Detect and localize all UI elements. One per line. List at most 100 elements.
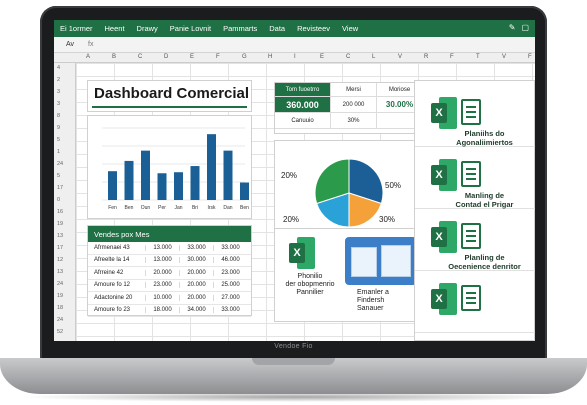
side-item[interactable]: X Planling de Oecenience denritor bbox=[415, 213, 535, 271]
column-header[interactable]: I bbox=[294, 54, 296, 60]
pen-icon[interactable]: ✎ bbox=[509, 23, 516, 32]
kpi-header-month: Mersi bbox=[331, 83, 377, 97]
x-tick-label: Ben bbox=[240, 205, 249, 211]
row-header[interactable]: 13 bbox=[57, 269, 63, 275]
excel-icon: X bbox=[431, 283, 457, 315]
column-header[interactable]: V bbox=[398, 54, 402, 60]
menu-draw[interactable]: Drawy bbox=[137, 24, 158, 33]
cell-reference[interactable]: Av bbox=[66, 41, 74, 48]
x-tick-label: Bri bbox=[192, 205, 198, 211]
kpi-header-total: Tom fuoetrro bbox=[275, 83, 331, 97]
doc-card-line: Pannilier bbox=[296, 289, 324, 296]
table-row: Amoure fo 12 23.000 20.000 25.000 bbox=[88, 280, 251, 292]
table-cell: 34.000 bbox=[179, 307, 213, 314]
column-header[interactable]: V bbox=[502, 54, 506, 60]
row-header[interactable]: 5 bbox=[57, 137, 60, 143]
x-tick-label: Irsk bbox=[207, 205, 216, 211]
bar bbox=[174, 172, 183, 200]
menu-home[interactable]: Heent bbox=[105, 24, 125, 33]
kpi-value-total: 360.000 bbox=[275, 97, 331, 113]
column-header[interactable]: F bbox=[450, 54, 454, 60]
row-header[interactable]: 19 bbox=[57, 293, 63, 299]
row-header[interactable]: 13 bbox=[57, 233, 63, 239]
row-header[interactable]: 12 bbox=[57, 257, 63, 263]
column-header[interactable]: L bbox=[372, 54, 375, 60]
row-header[interactable]: 2 bbox=[57, 77, 60, 83]
bar bbox=[124, 160, 134, 200]
row-header[interactable]: 19 bbox=[57, 221, 63, 227]
dashboard-title-panel: Dashboard Comercial bbox=[87, 80, 252, 112]
row-header[interactable]: 18 bbox=[57, 305, 63, 311]
column-header[interactable]: T bbox=[476, 54, 480, 60]
column-header[interactable]: A bbox=[86, 54, 90, 60]
row-header[interactable]: 1 bbox=[57, 149, 60, 155]
side-panel: X Planiihs do Agonaliimiertos X Manling de… bbox=[414, 80, 535, 341]
row-header[interactable]: 52 bbox=[57, 329, 63, 335]
window-icon[interactable]: ▢ bbox=[521, 23, 529, 32]
pie-label: 20% bbox=[281, 171, 298, 180]
table-cell: 30.000 bbox=[179, 257, 213, 264]
table-cell: Afrreine 42 bbox=[94, 269, 124, 276]
column-header[interactable]: H bbox=[268, 54, 272, 60]
row-header[interactable]: 9 bbox=[57, 125, 60, 131]
table-cell: 23.000 bbox=[145, 282, 179, 289]
menu-formulas[interactable]: Pammarts bbox=[223, 24, 257, 33]
row-header[interactable]: 4 bbox=[57, 65, 60, 71]
row-header[interactable]: 5 bbox=[57, 173, 60, 179]
formula-bar: Av fx bbox=[54, 37, 535, 53]
bar bbox=[240, 182, 249, 200]
row-header[interactable]: 24 bbox=[57, 317, 63, 323]
side-item[interactable]: X Manling de Contad el Prigar bbox=[415, 151, 535, 209]
side-item-label: Manling de Contad el Prigar bbox=[437, 191, 532, 209]
table-row: Afrreine 42 20.000 20.000 23.000 bbox=[88, 267, 251, 280]
sales-table-title: Vendes pox Mes bbox=[88, 226, 251, 242]
column-header[interactable]: E bbox=[320, 54, 324, 60]
column-header[interactable]: D bbox=[164, 54, 168, 60]
pie-label: 50% bbox=[385, 181, 402, 190]
row-header[interactable]: 16 bbox=[57, 209, 63, 215]
row-header[interactable]: 8 bbox=[57, 113, 60, 119]
bar bbox=[190, 166, 200, 200]
column-header[interactable]: C bbox=[138, 54, 142, 60]
table-cell: Amoure fo 23 bbox=[94, 307, 131, 314]
row-header[interactable]: 3 bbox=[57, 101, 60, 107]
kpi-footer-value: 30% bbox=[331, 113, 377, 129]
menu-page-layout[interactable]: Panie Lovnit bbox=[170, 24, 211, 33]
side-item-label: Planling de Oecenience denritor bbox=[437, 253, 532, 271]
document-icon bbox=[461, 161, 481, 187]
menu-review[interactable]: Revisteev bbox=[297, 24, 330, 33]
table-cell: 20.000 bbox=[179, 294, 213, 301]
row-header[interactable]: 17 bbox=[57, 185, 63, 191]
column-header[interactable]: R bbox=[424, 54, 428, 60]
pie-chart-panel: 20% 50% 20% 30% bbox=[274, 140, 422, 240]
table-cell: 13.000 bbox=[145, 244, 179, 251]
menu-view[interactable]: View bbox=[342, 24, 358, 33]
column-header[interactable]: G bbox=[242, 54, 247, 60]
row-header[interactable]: 24 bbox=[57, 161, 63, 167]
column-header[interactable]: C bbox=[346, 54, 350, 60]
row-header[interactable]: 0 bbox=[57, 197, 60, 203]
sales-table-panel: Vendes pox Mes Afrmenaei 43 13.000 33.000 3… bbox=[87, 225, 252, 317]
row-header[interactable]: 3 bbox=[57, 89, 60, 95]
row-header[interactable]: 24 bbox=[57, 281, 63, 287]
table-cell: Afrmenaei 43 bbox=[94, 244, 130, 251]
table-cell: 18.000 bbox=[145, 307, 179, 314]
column-header[interactable]: F bbox=[216, 54, 220, 60]
menu-data[interactable]: Data bbox=[269, 24, 285, 33]
column-header[interactable]: F bbox=[528, 54, 532, 60]
table-cell: 10.000 bbox=[145, 294, 179, 301]
side-item[interactable]: X Planiihs do Agonaliimiertos bbox=[415, 89, 535, 147]
side-item[interactable]: X bbox=[415, 275, 535, 333]
column-header[interactable]: E bbox=[190, 54, 194, 60]
row-header[interactable]: 17 bbox=[57, 245, 63, 251]
doc-card-line: Sanauer bbox=[357, 305, 384, 312]
side-item-line: Oecenience denritor bbox=[448, 262, 521, 271]
column-header[interactable]: B bbox=[112, 54, 116, 60]
side-item-line: Planling de bbox=[464, 253, 505, 262]
menu-file[interactable]: Ei 1ormer bbox=[60, 24, 93, 33]
excel-icon: X bbox=[431, 159, 457, 191]
laptop: Ei 1ormer Heent Drawy Panie Lovnit Pamma… bbox=[0, 0, 587, 405]
table-cell: 13.000 bbox=[145, 257, 179, 264]
table-cell: 27.000 bbox=[213, 294, 247, 301]
laptop-brand-label: Vendoe Fio bbox=[274, 343, 313, 350]
